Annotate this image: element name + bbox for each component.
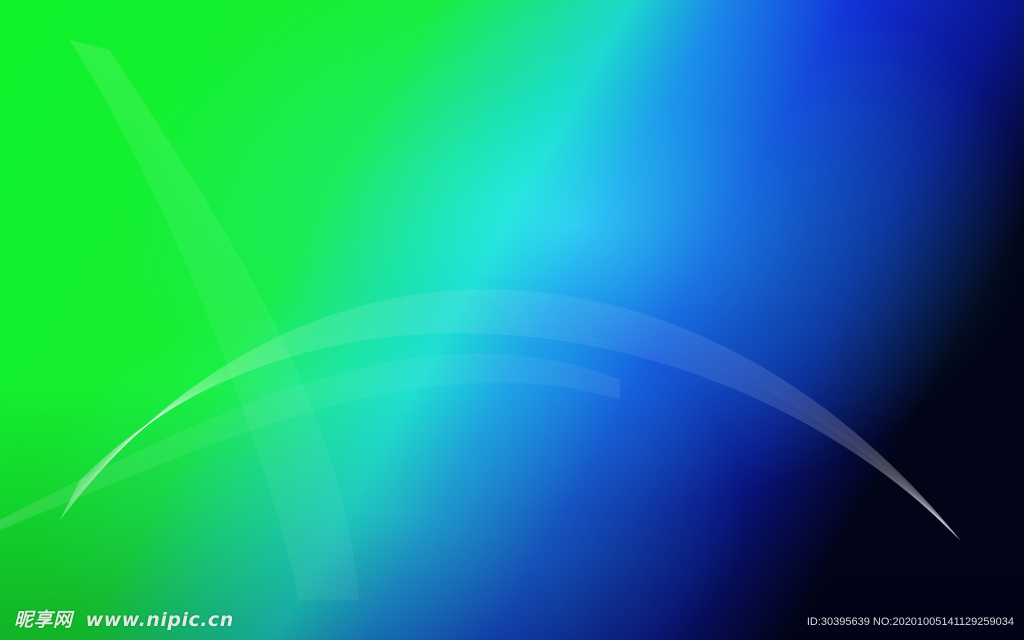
logo-url: www.nipic.cn — [85, 609, 234, 631]
image-id-watermark: ID:30395639 NO:20201005141129259034 — [806, 616, 1014, 628]
logo-text-cn: 昵享网 — [14, 609, 73, 631]
site-logo-watermark: 昵享网 www.nipic.cn — [14, 605, 234, 632]
gradient-background — [0, 0, 1024, 640]
wallpaper-canvas: 昵享网 www.nipic.cn ID:30395639 NO:20201005… — [0, 0, 1024, 640]
